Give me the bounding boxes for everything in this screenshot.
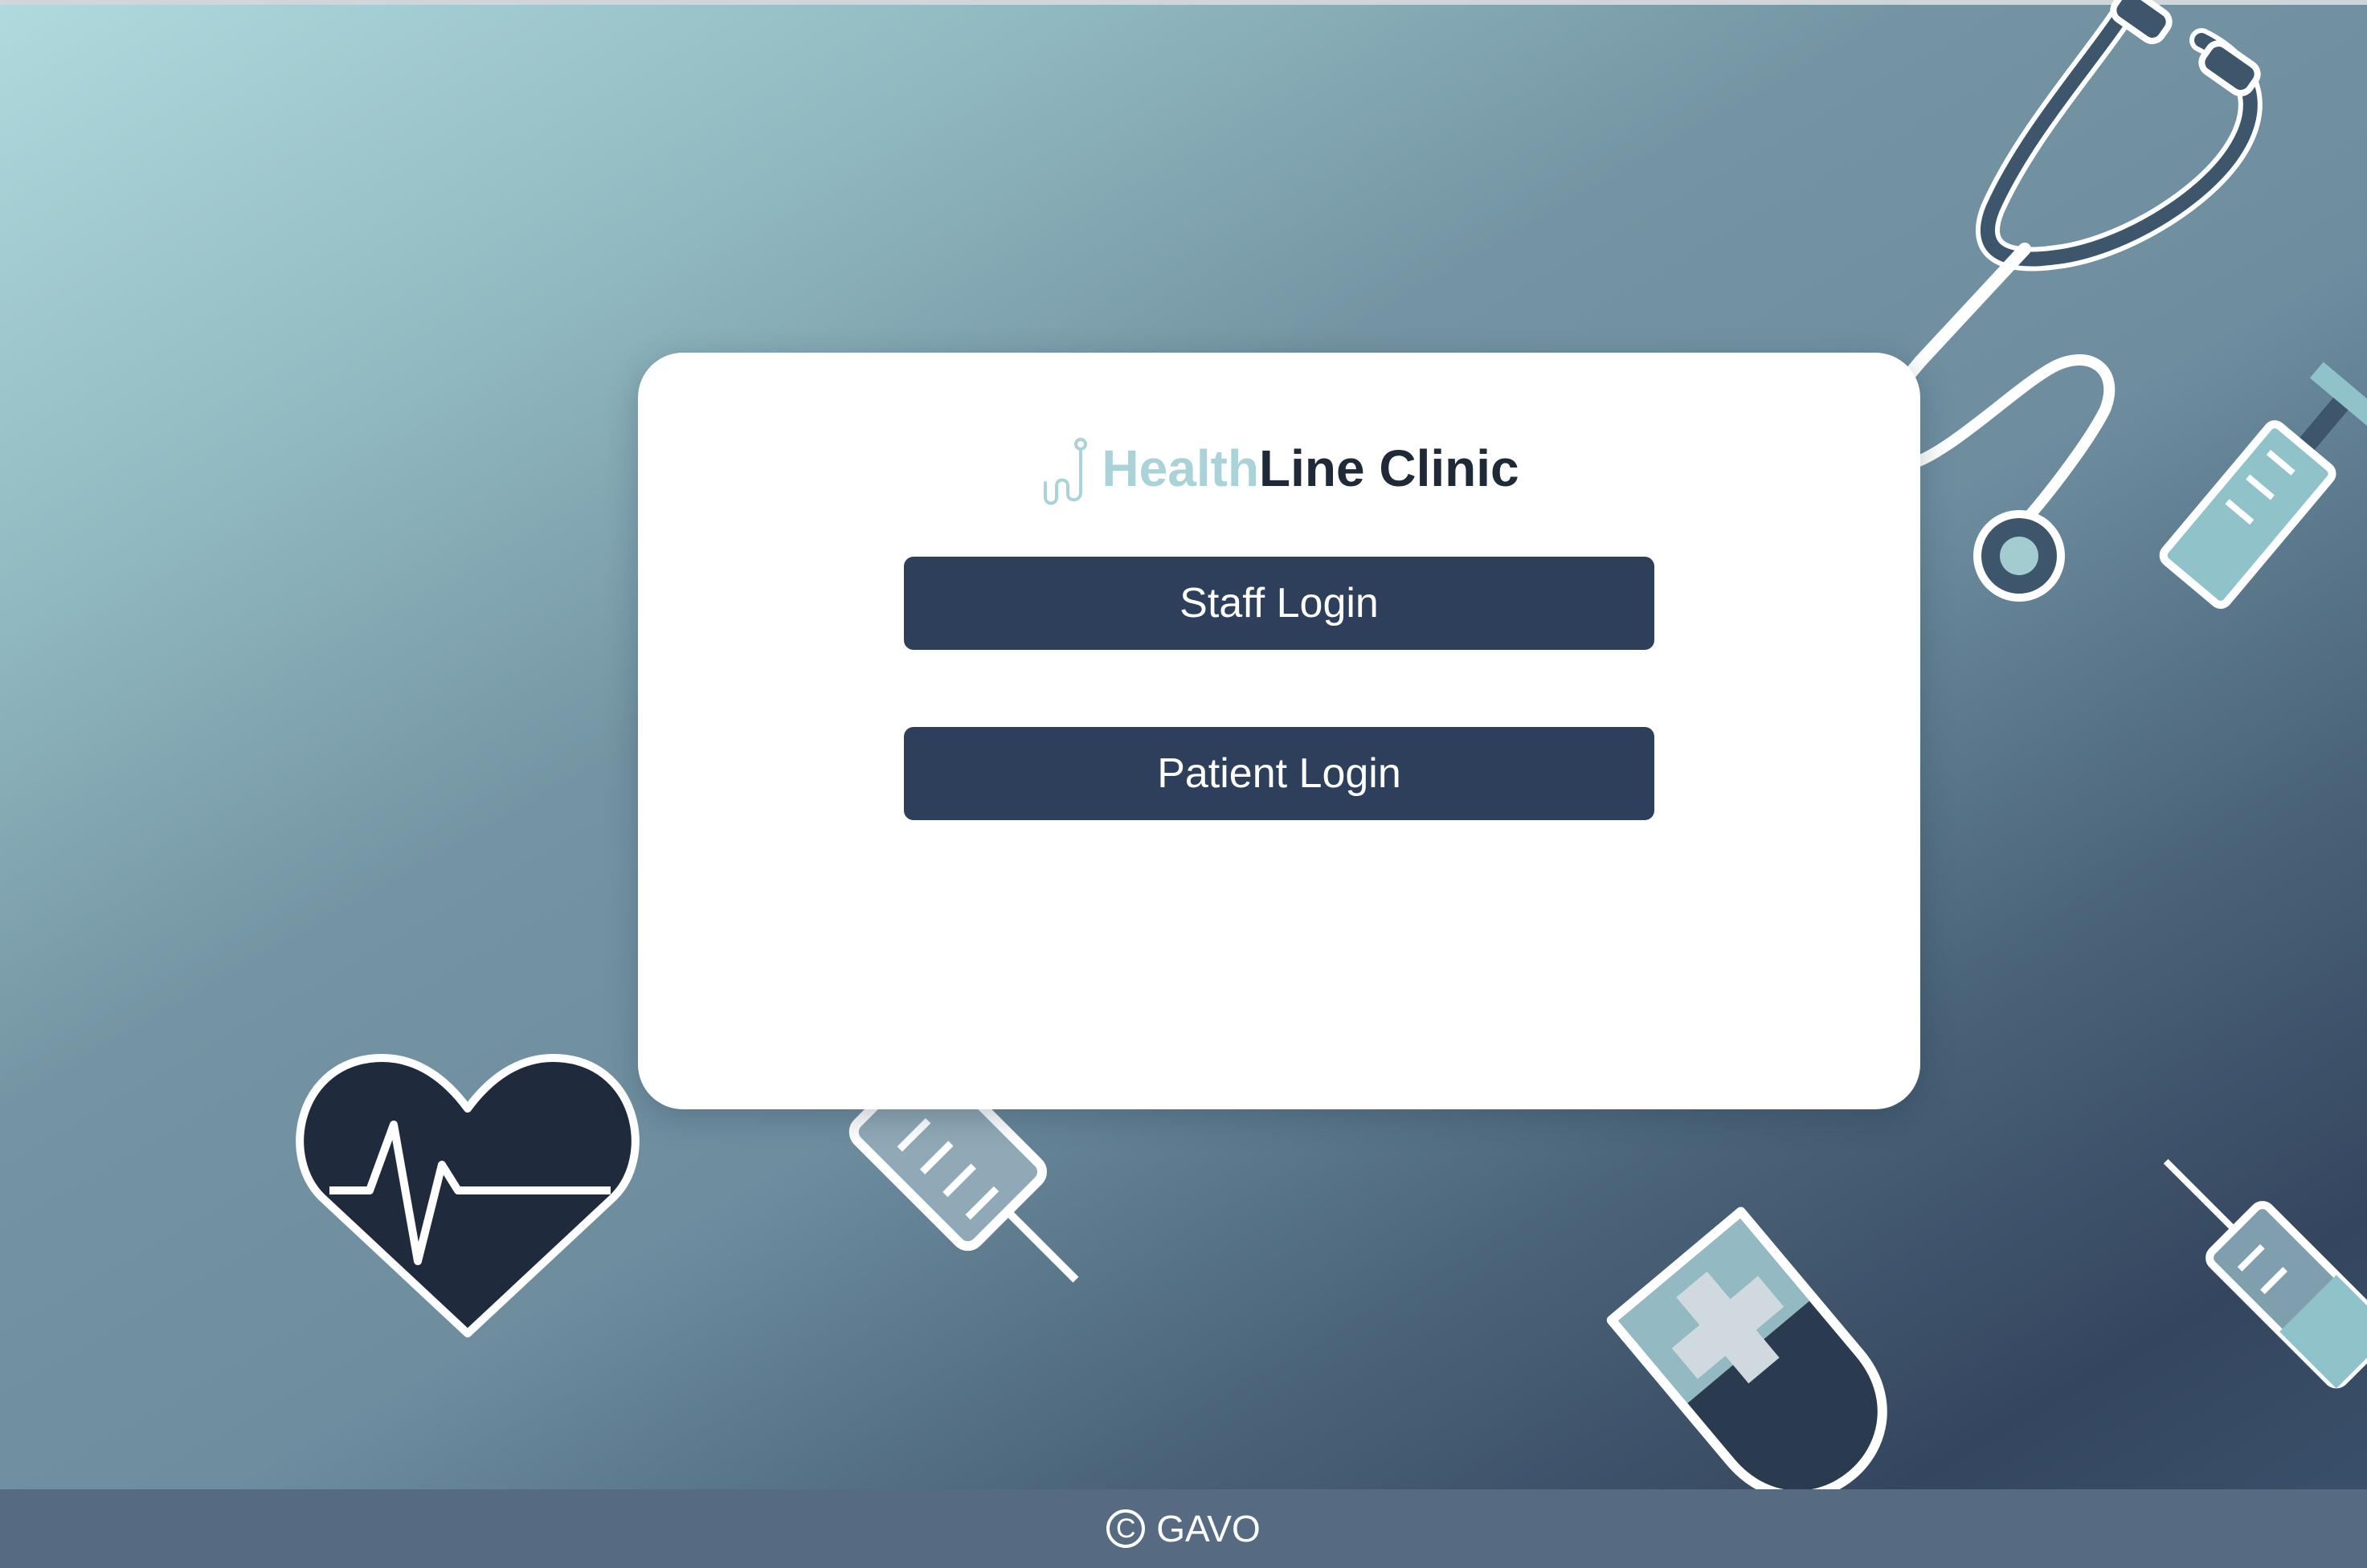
brand-name-part1: Health [1102,439,1259,497]
syringe-icon [848,1052,1079,1283]
brand-name: HealthLine Clinic [1102,443,1519,510]
brand-logo: HealthLine Clinic [638,433,1920,510]
staff-login-button[interactable]: Staff Login [904,557,1654,650]
footer: C GAVO [0,1489,2367,1568]
iv-bag-icon [1606,1207,1887,1501]
stethoscope-logo-icon [1044,438,1088,505]
login-page: HealthLine Clinic Staff Login Patient Lo… [0,0,2367,1568]
syringe-icon [2163,1158,2367,1389]
heart-pulse-icon [296,1053,640,1337]
patient-login-button[interactable]: Patient Login [904,727,1654,820]
brand-name-part2: Line Clinic [1259,439,1519,497]
login-card: HealthLine Clinic Staff Login Patient Lo… [638,353,1920,1109]
syringe-icon [2159,361,2367,609]
copyright-text: GAVO [1156,1508,1261,1550]
copyright-icon: C [1106,1509,1146,1548]
